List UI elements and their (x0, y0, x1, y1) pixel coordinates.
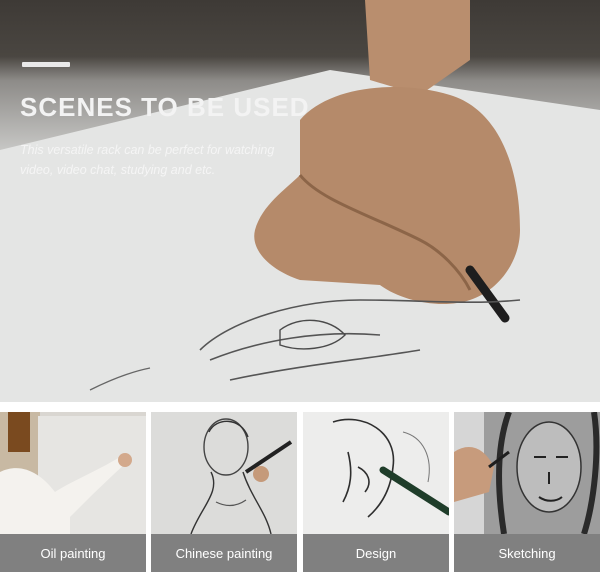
title-accent-bar (22, 62, 70, 67)
scene-label: Design (303, 534, 449, 572)
design-image (303, 412, 449, 534)
scene-label: Oil painting (0, 534, 146, 572)
scene-card-oil-painting: Oil painting (0, 412, 146, 572)
scene-thumbnails: Oil painting Chinese painting Design Ske… (0, 412, 600, 574)
section-subtitle: This versatile rack can be perfect for w… (20, 143, 275, 177)
sketching-image (454, 412, 600, 534)
scene-card-design: Design (303, 412, 449, 572)
hero-banner: SCENES TO BE USED This versatile rack ca… (0, 0, 600, 402)
section-title: SCENES TO BE USED (20, 92, 310, 122)
scene-label: Chinese painting (151, 534, 297, 572)
scene-label: Sketching (454, 534, 600, 572)
hero-drawing-image (0, 0, 600, 402)
scene-card-sketching: Sketching (454, 412, 600, 572)
chinese-painting-image (151, 412, 297, 534)
scene-card-chinese-painting: Chinese painting (151, 412, 297, 572)
oil-painting-image (0, 412, 146, 534)
